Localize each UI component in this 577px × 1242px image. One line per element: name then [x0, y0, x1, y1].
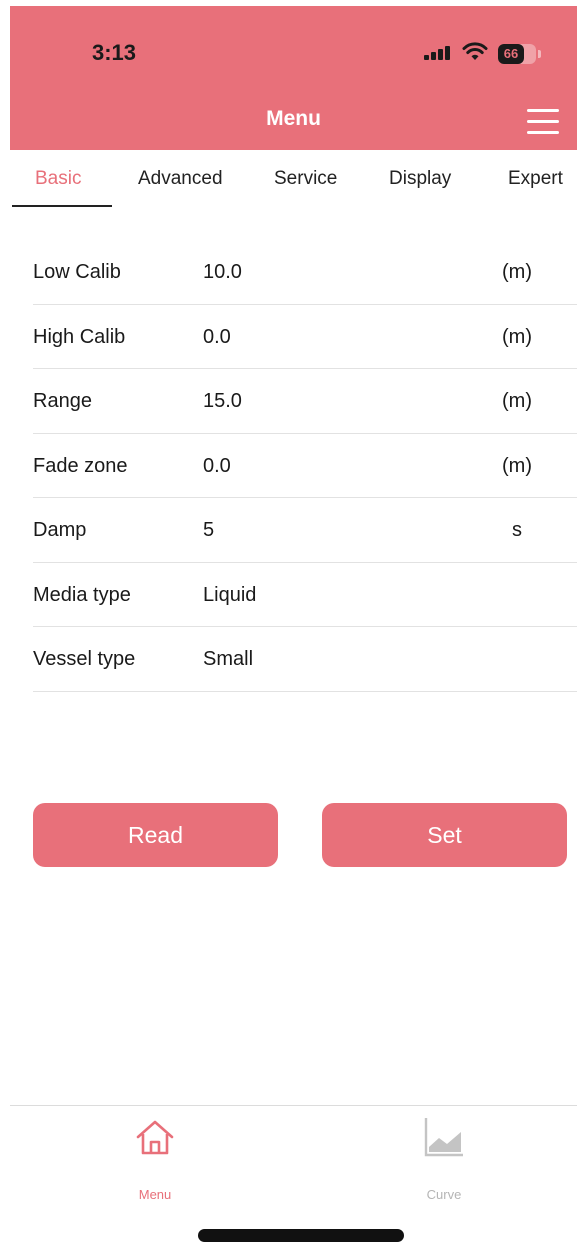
status-icons: 66 — [424, 40, 574, 64]
home-indicator — [198, 1229, 404, 1242]
nav-menu[interactable]: Menu — [110, 1114, 200, 1202]
row-range: Range (m) — [33, 369, 577, 434]
range-unit: (m) — [502, 390, 532, 412]
hamburger-icon[interactable] — [527, 109, 559, 135]
damp-unit: s — [512, 519, 522, 541]
high-calib-input[interactable] — [203, 325, 453, 349]
media-type-select[interactable]: Liquid — [203, 584, 453, 607]
status-time: 3:13 — [92, 40, 137, 65]
bottom-nav: Menu Curve — [10, 1105, 577, 1205]
high-calib-label: High Calib — [33, 325, 126, 348]
row-fade-zone: Fade zone (m) — [33, 434, 577, 498]
row-media-type[interactable]: Media type Liquid — [33, 563, 577, 627]
page-title: Menu — [266, 107, 321, 130]
battery-icon: 66 — [498, 44, 536, 64]
signal-icon — [424, 46, 454, 60]
low-calib-input[interactable] — [203, 261, 453, 284]
damp-label: Damp — [33, 519, 87, 541]
high-calib-unit: (m) — [502, 325, 532, 348]
row-vessel-type[interactable]: Vessel type Small — [33, 627, 577, 692]
tab-basic[interactable]: Basic — [35, 168, 81, 190]
area-chart-icon — [424, 1118, 463, 1157]
nav-menu-label: Menu — [138, 1187, 172, 1202]
active-tab-indicator — [12, 205, 112, 207]
row-high-calib: High Calib (m) — [33, 305, 577, 369]
settings-form: Low Calib (m) High Calib (m) Range (m) F… — [33, 240, 577, 692]
row-damp: Damp s — [33, 498, 577, 563]
row-low-calib: Low Calib (m) — [33, 240, 577, 305]
nav-curve[interactable]: Curve — [399, 1114, 489, 1202]
damp-input[interactable] — [203, 519, 453, 542]
low-calib-label: Low Calib — [33, 261, 121, 283]
tab-expert[interactable]: Expert — [508, 168, 563, 190]
fade-zone-unit: (m) — [502, 454, 532, 477]
set-button[interactable]: Set — [322, 803, 567, 867]
media-type-label: Media type — [33, 583, 131, 606]
tab-advanced[interactable]: Advanced — [138, 168, 223, 190]
battery-level: 66 — [503, 46, 519, 61]
home-icon — [136, 1120, 174, 1155]
range-label: Range — [33, 390, 92, 412]
app-header: 3:13 66 Menu — [10, 6, 577, 150]
range-input[interactable] — [203, 390, 453, 413]
tab-bar: Basic Advanced Service Display Expert — [10, 150, 577, 210]
vessel-type-label: Vessel type — [33, 648, 136, 670]
vessel-type-select[interactable]: Small — [203, 648, 453, 671]
nav-curve-label: Curve — [426, 1187, 462, 1202]
screen: 3:13 66 Menu Basic Advanced Service Disp… — [0, 0, 577, 1242]
tab-service[interactable]: Service — [274, 168, 337, 190]
read-button[interactable]: Read — [33, 803, 278, 867]
fade-zone-label: Fade zone — [33, 454, 128, 477]
low-calib-unit: (m) — [502, 261, 532, 283]
fade-zone-input[interactable] — [203, 454, 453, 478]
tab-display[interactable]: Display — [389, 168, 451, 190]
wifi-icon — [462, 42, 488, 60]
